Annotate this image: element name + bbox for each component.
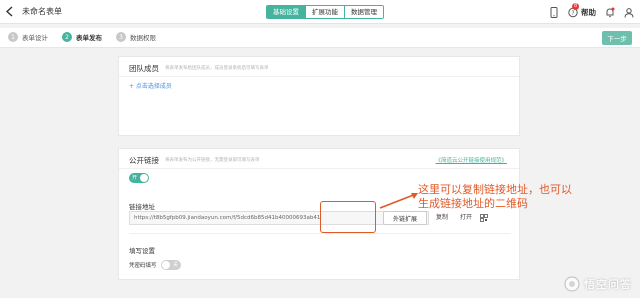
card-title: 公开链接	[129, 156, 159, 165]
annotation-line-1: 这里可以复制链接地址，也可以	[418, 183, 572, 196]
steps: 1 表单设计 2 表单发布 3 数据权限	[8, 32, 156, 42]
toggle-on-text: 开	[132, 175, 138, 181]
card-description: 将表单发布给团队成员，成员登录系统后可填写表单	[165, 66, 269, 71]
top-tabs: 基础设置 扩展功能 数据管理	[266, 5, 384, 19]
url-label: 链接地址	[129, 203, 155, 211]
public-link-toggle[interactable]: 开	[129, 173, 149, 183]
watermark: 悟空问答	[564, 276, 632, 292]
add-member-link[interactable]: + 点击选择成员	[129, 81, 172, 90]
step-number: 2	[62, 32, 72, 42]
help-label: 帮助	[581, 7, 596, 17]
fill-settings-label: 填写设置	[129, 247, 155, 255]
help-button[interactable]: ? 8 帮助	[568, 2, 596, 18]
help-badge: 8	[572, 2, 580, 10]
divider	[129, 233, 511, 234]
password-fill-label: 凭密码填写	[129, 263, 157, 269]
toggle-knob	[140, 174, 148, 182]
password-fill-toggle[interactable]: 关	[161, 260, 181, 270]
team-members-card: 团队成员 将表单发布给团队成员，成员登录系统后可填写表单 + 点击选择成员	[118, 56, 520, 136]
toggle-off-text: 关	[172, 262, 178, 268]
annotation-line-2: 生成链接地址的二维码	[418, 197, 528, 210]
tab-data-management[interactable]: 数据管理	[344, 6, 383, 18]
tab-basic-settings[interactable]: 基础设置	[267, 6, 305, 18]
header-actions: ? 8 帮助	[549, 2, 634, 20]
svg-text:?: ?	[571, 9, 574, 16]
step-label: 表单发布	[76, 34, 102, 42]
qr-code-icon[interactable]	[480, 214, 488, 222]
card-header: 公开链接 将表单发布为公开链接，无需登录即可填写表单 《简道云公开链接使用规范》	[119, 149, 519, 169]
step-label: 数据权限	[130, 34, 156, 42]
form-title[interactable]: 未命名表单	[22, 6, 62, 17]
step-bar: 1 表单设计 2 表单发布 3 数据权限 下一步	[0, 28, 640, 48]
step-data-permission[interactable]: 3 数据权限	[116, 32, 156, 42]
annotation-text: 这里可以复制链接地址，也可以 生成链接地址的二维码	[418, 183, 588, 211]
url-actions: 复制 打开	[430, 211, 488, 225]
tab-extensions[interactable]: 扩展功能	[305, 6, 344, 18]
step-form-publish[interactable]: 2 表单发布	[62, 32, 102, 42]
step-label: 表单设计	[22, 34, 48, 42]
step-number: 3	[116, 32, 126, 42]
open-link-button[interactable]: 打开	[454, 211, 478, 225]
copy-link-button[interactable]: 复制	[430, 211, 454, 225]
step-form-design[interactable]: 1 表单设计	[8, 32, 48, 42]
top-bar: 未命名表单 基础设置 扩展功能 数据管理 ? 8 帮助	[0, 0, 640, 24]
notification-bell-icon[interactable]	[605, 7, 615, 18]
user-avatar-icon[interactable]	[624, 7, 634, 18]
card-title: 团队成员	[129, 64, 159, 73]
mobile-preview-icon[interactable]	[549, 6, 559, 18]
watermark-logo-icon	[564, 276, 580, 292]
watermark-text: 悟空问答	[584, 278, 632, 291]
card-description: 将表单发布为公开链接，无需登录即可填写表单	[165, 158, 260, 163]
external-link-extension-button[interactable]: 外链扩展	[383, 211, 427, 225]
annotation-arrow-icon	[379, 193, 418, 209]
step-number: 1	[8, 32, 18, 42]
toggle-knob	[162, 261, 170, 269]
next-step-button[interactable]: 下一步	[602, 31, 632, 45]
back-arrow-icon[interactable]	[5, 6, 14, 17]
usage-guidelines-link[interactable]: 《简道云公开链接使用规范》	[435, 156, 507, 164]
card-header: 团队成员 将表单发布给团队成员，成员登录系统后可填写表单	[119, 57, 519, 77]
public-link-card: 公开链接 将表单发布为公开链接，无需登录即可填写表单 《简道云公开链接使用规范》…	[118, 148, 520, 280]
